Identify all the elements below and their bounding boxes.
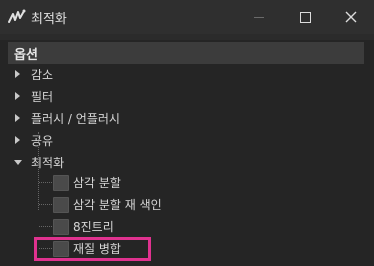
section-label: 플러시 / 언플러시: [31, 112, 120, 126]
section-label: 감소: [31, 68, 54, 82]
title-bar: 최적화: [0, 0, 374, 34]
option-triangulate-reindex[interactable]: 삼각 분할 재 색인: [0, 194, 374, 216]
highlight-box: [34, 237, 151, 261]
section-filter[interactable]: 필터: [0, 86, 374, 108]
close-icon: [345, 11, 357, 23]
close-button[interactable]: [328, 0, 374, 34]
option-label: 8진트리: [73, 220, 114, 234]
window-title: 최적화: [31, 12, 67, 27]
options-header: 옵션: [8, 42, 364, 64]
checkbox[interactable]: [53, 175, 69, 191]
app-logo-icon: [8, 9, 26, 23]
maximize-button[interactable]: [282, 0, 328, 34]
checkbox[interactable]: [53, 197, 69, 213]
section-reduce[interactable]: 감소: [0, 64, 374, 86]
option-octree[interactable]: 8진트리: [0, 216, 374, 238]
option-label: 삼각 분할: [73, 176, 121, 190]
option-triangulate[interactable]: 삼각 분할: [0, 172, 374, 194]
section-label: 최적화: [31, 156, 65, 170]
options-header-label: 옵션: [14, 48, 38, 63]
maximize-icon: [299, 11, 311, 23]
minimize-button[interactable]: [236, 0, 282, 34]
expand-arrow-icon: [15, 70, 20, 78]
expand-arrow-icon: [15, 114, 20, 122]
section-optimize[interactable]: 최적화: [0, 152, 374, 174]
section-label: 공유: [31, 134, 54, 148]
expand-arrow-icon: [15, 136, 20, 144]
checkbox[interactable]: [53, 219, 69, 235]
section-share[interactable]: 공유: [0, 130, 374, 152]
option-label: 삼각 분할 재 색인: [73, 198, 162, 212]
minimize-icon: [254, 16, 264, 18]
section-flush[interactable]: 플러시 / 언플러시: [0, 108, 374, 130]
expand-arrow-icon: [15, 92, 20, 100]
section-label: 필터: [31, 90, 54, 104]
collapse-arrow-icon: [14, 160, 22, 165]
